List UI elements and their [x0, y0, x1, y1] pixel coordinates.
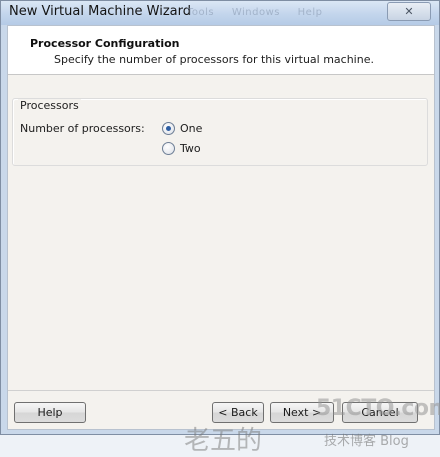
watermark-site: 51CTO.com: [316, 396, 440, 421]
processors-option-two[interactable]: Two: [162, 142, 201, 155]
window-title: New Virtual Machine Wizard: [9, 4, 191, 19]
close-icon: ✕: [404, 5, 414, 18]
wizard-window: New Virtual Machine Wizard Tools Windows…: [0, 0, 440, 456]
radio-two-icon[interactable]: [162, 142, 175, 155]
watermark-blog: 技术博客 Blog: [324, 434, 409, 449]
footer-separator: [8, 390, 434, 391]
number-of-processors-label: Number of processors:: [20, 122, 145, 135]
page-title: Processor Configuration: [30, 37, 180, 50]
wizard-body: Processor Configuration Specify the numb…: [7, 25, 440, 456]
option-two-label[interactable]: Two: [180, 142, 201, 155]
processors-option-one[interactable]: One: [162, 122, 202, 135]
page-subtitle: Specify the number of processors for thi…: [54, 53, 374, 66]
close-button[interactable]: ✕: [387, 2, 431, 21]
help-button[interactable]: Help: [14, 402, 86, 423]
ghost-menu-tools: Tools: [187, 7, 215, 18]
watermark-chinese: 老五的: [184, 426, 263, 456]
ghost-menu-help: Help: [297, 7, 323, 18]
processors-group-label: Processors: [18, 99, 81, 112]
background-menu: Tools Windows Help: [187, 7, 336, 18]
option-one-label[interactable]: One: [180, 122, 202, 135]
title-bar[interactable]: New Virtual Machine Wizard Tools Windows…: [1, 1, 439, 25]
wizard-header: Processor Configuration Specify the numb…: [8, 26, 434, 75]
ghost-menu-windows: Windows: [231, 7, 280, 18]
radio-one-icon[interactable]: [162, 122, 175, 135]
